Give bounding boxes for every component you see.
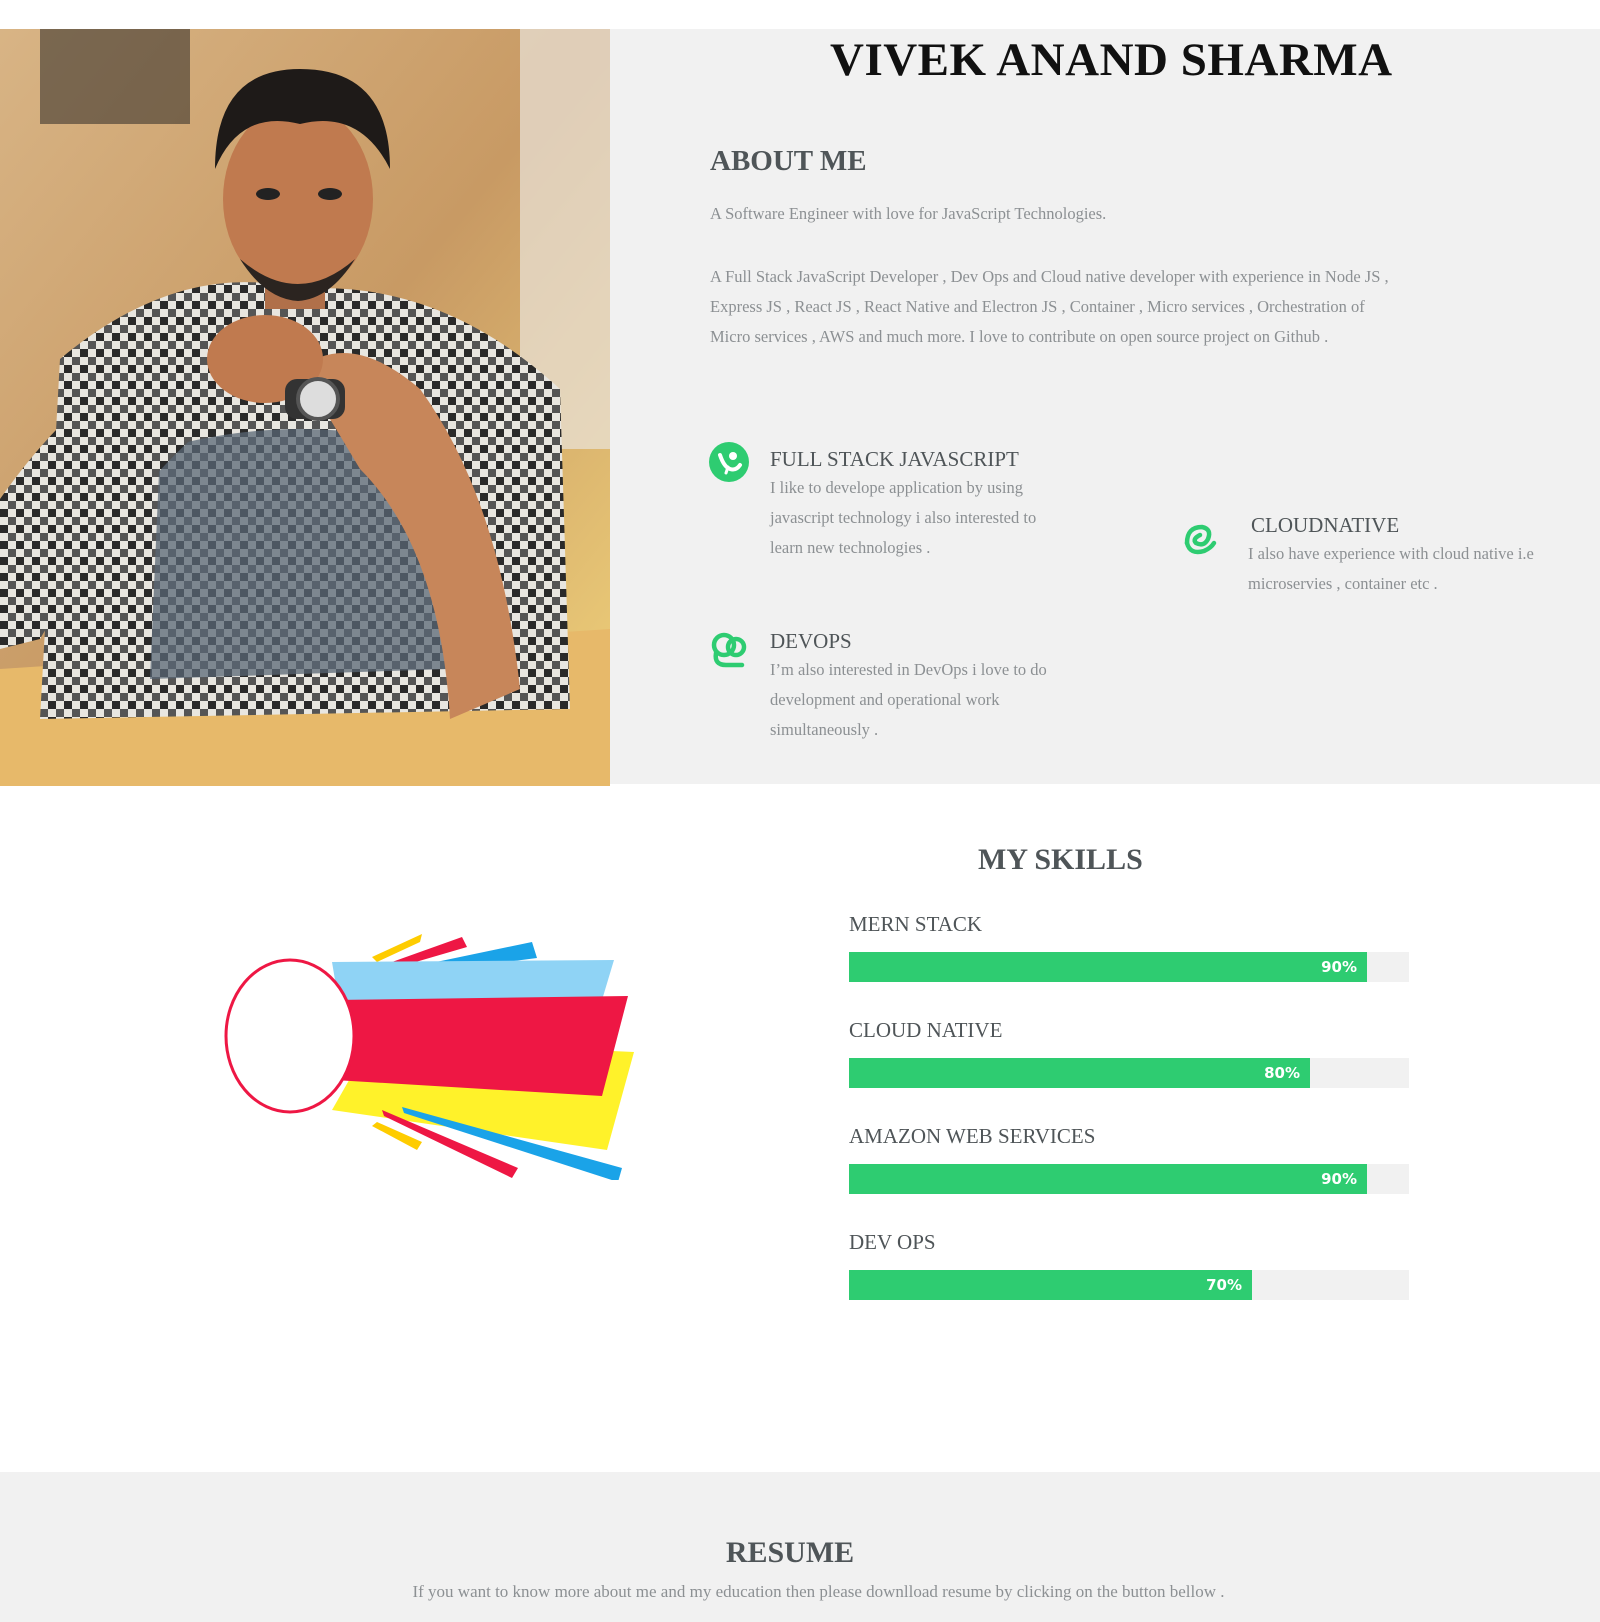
feature-cloudnative: CLOUDNATIVE I also have experience with …: [1178, 509, 1578, 609]
feature-title: DEVOPS: [770, 629, 852, 653]
feature-text: I like to develope application by using …: [770, 478, 1037, 557]
feature-devops: DEVOPS I’m also interested in DevOps i l…: [708, 629, 1108, 749]
skill-progress-track: 80%: [849, 1058, 1409, 1088]
skill-cloud-native: CLOUD NATIVE 80%: [849, 1018, 1409, 1088]
skill-progress-fill: 90%: [849, 952, 1367, 982]
cloud-swirl-icon: [1184, 524, 1217, 555]
skills-title: MY SKILLS: [978, 843, 1143, 876]
skill-label: MERN STACK: [849, 912, 983, 936]
feature-full-stack-javascript: FULL STACK JAVASCRIPT I like to develope…: [708, 441, 1108, 561]
resume-title: RESUME: [725, 1536, 855, 1569]
skill-percent: 70%: [1206, 1276, 1242, 1294]
skill-percent: 90%: [1321, 1170, 1357, 1188]
profile-photo: [0, 29, 610, 786]
resume-description: If you want to know more about me and my…: [412, 1582, 1225, 1601]
skill-progress-track: 70%: [849, 1270, 1409, 1300]
skill-percent: 90%: [1321, 958, 1357, 976]
feature-text: I’m also interested in DevOps i love to …: [770, 660, 1047, 739]
skill-label: DEV OPS: [849, 1230, 936, 1254]
feature-text: I also have experience with cloud native…: [1248, 544, 1534, 593]
skills-megaphone-illustration: [224, 934, 634, 1180]
about-description: A Full Stack JavaScript Developer , Dev …: [710, 267, 1389, 346]
feature-title: FULL STACK JAVASCRIPT: [770, 447, 1019, 471]
skill-progress-track: 90%: [849, 1164, 1409, 1194]
skill-progress-track: 90%: [849, 952, 1409, 982]
skill-label: CLOUD NATIVE: [849, 1018, 1003, 1042]
skill-mern-stack: MERN STACK 90%: [849, 912, 1409, 982]
skill-percent: 80%: [1264, 1064, 1300, 1082]
resume-section: RESUME If you want to know more about me…: [0, 1472, 1600, 1622]
about-title: ABOUT ME: [710, 145, 867, 177]
about-tagline: A Software Engineer with love for JavaSc…: [710, 204, 1107, 223]
profile-name: VIVEK ANAND SHARMA: [830, 34, 1393, 86]
profile-photo-illustration: [0, 29, 610, 786]
skill-progress-fill: 90%: [849, 1164, 1367, 1194]
about-section: VIVEK ANAND SHARMA ABOUT ME A Software E…: [0, 29, 1600, 786]
skill-label: AMAZON WEB SERVICES: [849, 1124, 1096, 1148]
skill-progress-fill: 70%: [849, 1270, 1252, 1300]
skill-amazon-web-services: AMAZON WEB SERVICES 90%: [849, 1124, 1409, 1194]
skill-progress-fill: 80%: [849, 1058, 1310, 1088]
devops-icon: [711, 632, 747, 668]
rocket-icon: [709, 442, 749, 482]
feature-title: CLOUDNATIVE: [1251, 513, 1400, 537]
skill-dev-ops: DEV OPS 70%: [849, 1230, 1409, 1300]
